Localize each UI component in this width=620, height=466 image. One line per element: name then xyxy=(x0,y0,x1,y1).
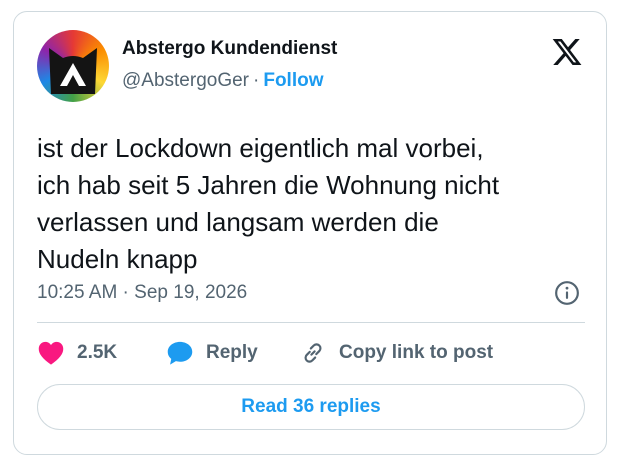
post-card: Abstergo Kundendienst @AbstergoGer · Follo… xyxy=(13,11,607,455)
like-button[interactable]: 2.5K xyxy=(37,338,117,368)
copy-link-button[interactable]: Copy link to post xyxy=(299,338,493,368)
abstergo-logo-icon xyxy=(49,48,97,94)
link-icon xyxy=(304,343,322,363)
post-text-line: ist der Lockdown eigentlich mal vorbei, xyxy=(37,133,484,163)
post-text-line: Nudeln knapp xyxy=(37,244,198,274)
avatar[interactable] xyxy=(37,30,109,102)
post-timestamp[interactable]: 10:25 AM · Sep 19, 2026 xyxy=(37,282,247,304)
author-display-name[interactable]: Abstergo Kundendienst xyxy=(122,38,337,60)
read-replies-button[interactable]: Read 36 replies xyxy=(37,384,585,430)
reply-button[interactable]: Reply xyxy=(166,338,258,368)
reply-label: Reply xyxy=(206,342,258,363)
speech-bubble-icon xyxy=(167,341,193,365)
follow-button[interactable]: Follow xyxy=(263,70,323,91)
post-text: ist der Lockdown eigentlich mal vorbei, … xyxy=(37,130,587,278)
x-logo-icon[interactable] xyxy=(551,36,583,68)
author-handle-row: @AbstergoGer · Follow xyxy=(122,70,324,92)
copy-link-label: Copy link to post xyxy=(339,342,494,363)
post-text-line: verlassen und langsam werden die xyxy=(37,207,439,237)
author-handle[interactable]: @AbstergoGer xyxy=(122,70,249,91)
handle-separator: · xyxy=(253,70,260,91)
divider xyxy=(37,322,585,323)
heart-icon xyxy=(38,341,64,365)
like-count: 2.5K xyxy=(77,342,118,363)
post-text-line: ich hab seit 5 Jahren die Wohnung nicht xyxy=(37,170,500,200)
info-icon[interactable] xyxy=(554,280,580,306)
